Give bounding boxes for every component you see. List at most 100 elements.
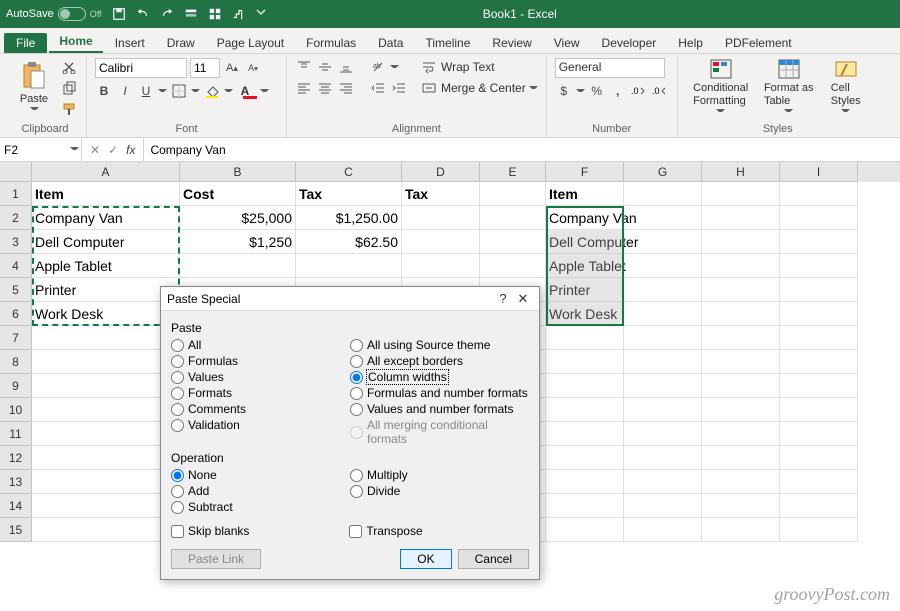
cell[interactable]: $62.50 [296,230,402,254]
cell[interactable] [702,494,780,518]
cell[interactable] [546,326,624,350]
radio-all[interactable]: All [171,337,350,353]
chevron-down-icon[interactable] [390,63,399,72]
cell[interactable] [624,470,702,494]
cell[interactable] [32,326,180,350]
cell[interactable] [32,350,180,374]
align-middle-icon[interactable] [316,58,334,76]
cell[interactable] [780,326,858,350]
cell[interactable] [480,254,546,278]
cell[interactable] [32,374,180,398]
cell[interactable]: Printer [32,278,180,302]
radio-values-number[interactable]: Values and number formats [350,401,529,417]
align-top-icon[interactable] [295,58,313,76]
tab-insert[interactable]: Insert [105,33,155,53]
row-header[interactable]: 6 [0,302,32,326]
row-header[interactable]: 15 [0,518,32,542]
cell[interactable] [780,278,858,302]
chevron-down-icon[interactable] [70,145,79,154]
number-format-select[interactable]: General [555,58,665,78]
cell[interactable] [624,302,702,326]
cell[interactable] [546,446,624,470]
formula-input[interactable]: Company Van [144,138,900,161]
align-bottom-icon[interactable] [337,58,355,76]
cell[interactable]: Printer [546,278,624,302]
chevron-down-icon[interactable] [224,87,233,96]
row-header[interactable]: 5 [0,278,32,302]
radio-formulas-number[interactable]: Formulas and number formats [350,385,529,401]
cell[interactable] [780,206,858,230]
chevron-down-icon[interactable] [158,87,167,96]
cell[interactable] [702,206,780,230]
cell[interactable] [780,254,858,278]
qat-icon[interactable] [184,7,198,21]
chevron-down-icon[interactable] [576,87,585,96]
cell[interactable] [546,518,624,542]
cell[interactable] [546,422,624,446]
cell[interactable] [702,278,780,302]
cell[interactable]: Cost [180,182,296,206]
cut-icon[interactable] [60,58,78,76]
cell[interactable] [624,350,702,374]
name-box[interactable]: F2 [0,138,82,161]
ok-button[interactable]: OK [400,549,451,569]
row-header[interactable]: 7 [0,326,32,350]
dialog-titlebar[interactable]: Paste Special ? ✕ [161,287,539,311]
tab-help[interactable]: Help [668,33,713,53]
cell[interactable] [480,230,546,254]
cell[interactable] [702,302,780,326]
tab-developer[interactable]: Developer [592,33,667,53]
cell[interactable] [402,230,480,254]
cell[interactable] [702,182,780,206]
cell[interactable]: Company Van [32,206,180,230]
col-header[interactable]: I [780,162,858,182]
cell[interactable] [702,374,780,398]
cell[interactable] [32,446,180,470]
checkbox-skip-blanks[interactable]: Skip blanks [171,523,249,539]
radio-formulas[interactable]: Formulas [171,353,350,369]
cell[interactable] [546,398,624,422]
cell[interactable] [480,182,546,206]
row-header[interactable]: 8 [0,350,32,374]
cell[interactable]: $1,250.00 [296,206,402,230]
row-header[interactable]: 14 [0,494,32,518]
row-header[interactable]: 1 [0,182,32,206]
cell[interactable] [546,470,624,494]
cell[interactable]: Tax [296,182,402,206]
merge-center-button[interactable]: Merge & Center [420,79,538,97]
col-header[interactable]: F [546,162,624,182]
cell[interactable]: Company Van [546,206,624,230]
orientation-icon[interactable]: ab [369,58,387,76]
cell[interactable] [702,446,780,470]
cell[interactable] [780,302,858,326]
align-left-icon[interactable] [295,79,313,97]
cell[interactable] [780,446,858,470]
cell[interactable]: Apple Tablet [32,254,180,278]
tab-home[interactable]: Home [49,31,102,53]
redo-icon[interactable] [160,7,174,21]
qat-dropdown-icon[interactable] [256,7,266,21]
cell[interactable]: $25,000 [180,206,296,230]
font-size-input[interactable] [190,58,220,78]
decrease-indent-icon[interactable] [369,79,387,97]
radio-comments[interactable]: Comments [171,401,350,417]
cell[interactable] [32,422,180,446]
cell[interactable] [780,230,858,254]
cell[interactable] [702,326,780,350]
col-header[interactable]: G [624,162,702,182]
row-header[interactable]: 3 [0,230,32,254]
radio-column-widths[interactable]: Column widths [350,369,529,385]
cell[interactable] [402,254,480,278]
paste-button[interactable]: Paste [12,58,56,116]
radio-validation[interactable]: Validation [171,417,350,433]
checkbox-transpose[interactable]: Transpose [349,523,422,539]
wrap-text-button[interactable]: Wrap Text [420,58,538,76]
cell[interactable] [702,422,780,446]
cell[interactable] [624,446,702,470]
cell[interactable] [624,254,702,278]
font-name-input[interactable] [95,58,187,78]
cell[interactable] [624,518,702,542]
radio-op-add[interactable]: Add [171,483,350,499]
radio-op-multiply[interactable]: Multiply [350,467,529,483]
cell[interactable] [32,470,180,494]
